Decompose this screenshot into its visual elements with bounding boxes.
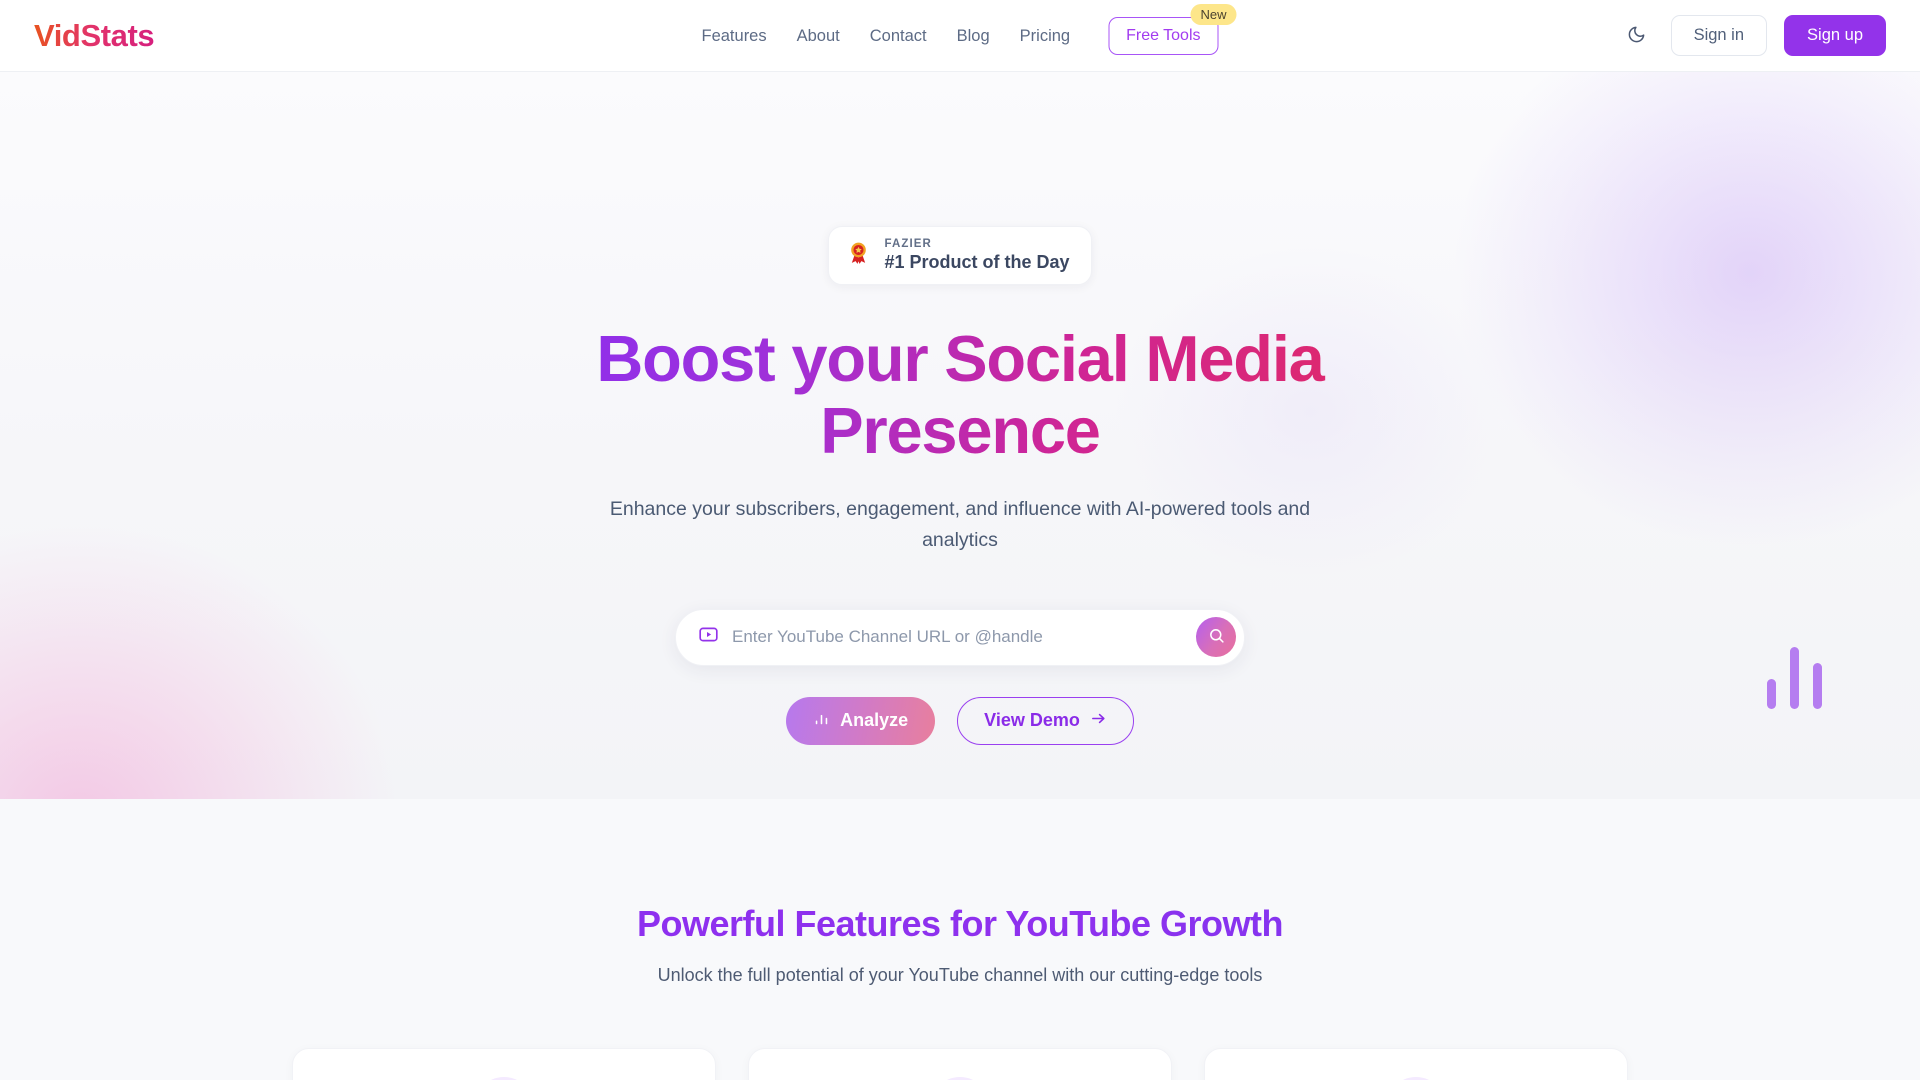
search-icon [1208,627,1225,647]
channel-search-box[interactable] [675,608,1245,666]
arrow-right-icon [1090,710,1107,732]
nav-item-pricing[interactable]: Pricing [1020,27,1070,46]
channel-search-input[interactable] [719,627,1196,648]
nav-item-about[interactable]: About [797,27,840,46]
bar-chart-icon [813,710,830,732]
features-section: Powerful Features for YouTube Growth Unl… [0,799,1920,1080]
feature-card[interactable] [748,1048,1172,1080]
logo[interactable]: VidStats [34,18,155,54]
main-navigation: Features About Contact Blog Pricing Free… [702,0,1237,72]
hero-section: FAZIER #1 Product of the Day Boost your … [0,72,1920,799]
view-demo-button[interactable]: View Demo [957,696,1134,745]
header-actions: Sign in Sign up [1620,15,1886,56]
nav-item-blog[interactable]: Blog [957,27,990,46]
features-subtitle: Unlock the full potential of your YouTub… [657,965,1263,985]
nav-item-features[interactable]: Features [702,27,767,46]
award-title: #1 Product of the Day [884,252,1070,272]
analyze-button[interactable]: Analyze [786,696,936,745]
nav-item-contact[interactable]: Contact [870,27,927,46]
award-source-label: FAZIER [884,238,932,250]
feature-cards [0,1048,1920,1080]
sign-in-button[interactable]: Sign in [1670,15,1768,56]
site-header: VidStats Features About Contact Blog Pri… [0,0,1920,72]
free-tools-wrapper: Free Tools New [1108,4,1237,55]
feature-card[interactable] [292,1048,716,1080]
channel-search-wrapper [675,608,1245,666]
search-submit-button[interactable] [1196,617,1236,658]
hero-headline: Boost your Social Media Presence [510,322,1410,467]
theme-toggle-button[interactable] [1620,19,1654,53]
hero-subheadline: Enhance your subscribers, engagement, an… [609,498,1311,551]
moon-icon [1627,25,1646,47]
feature-card[interactable] [1204,1048,1628,1080]
features-title: Powerful Features for YouTube Growth [0,903,1920,945]
sign-up-button[interactable]: Sign up [1784,15,1886,56]
hero-content: FAZIER #1 Product of the Day Boost your … [0,72,1920,745]
hero-cta-row: Analyze View Demo [786,696,1134,745]
award-text-group: FAZIER #1 Product of the Day [884,238,1069,273]
medal-icon [846,241,871,271]
youtube-play-icon [698,624,719,650]
view-demo-button-label: View Demo [984,710,1080,731]
analyze-button-label: Analyze [840,710,909,731]
new-badge: New [1190,4,1237,25]
product-of-the-day-badge[interactable]: FAZIER #1 Product of the Day [828,226,1092,285]
